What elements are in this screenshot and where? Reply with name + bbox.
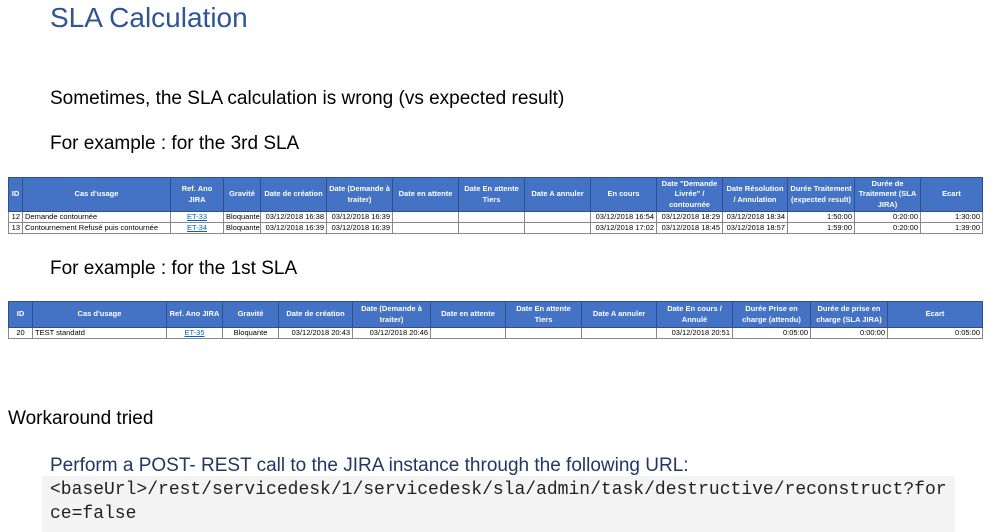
table-cell [524, 222, 591, 234]
table-cell: 03/12/2018 16:39 [326, 222, 393, 234]
table-cell [581, 327, 657, 339]
code-url: <baseUrl>/rest/servicedesk/1/servicedesk… [42, 476, 955, 532]
table-cell: 03/12/2018 16:39 [260, 222, 327, 234]
table-cell: 0:00:00 [810, 327, 888, 339]
column-header: Gravité [222, 301, 279, 328]
column-header: Date A annuler [524, 177, 591, 212]
table-row: 13 Contournement Refusé puis contournée ET… [8, 222, 983, 234]
page-title: SLA Calculation [50, 2, 248, 33]
table-cell: 0:20:00 [854, 222, 921, 234]
column-header: Durée Traitement (expected result) [787, 177, 855, 212]
table-cell: Demande contournée [22, 211, 171, 223]
jira-issue-link[interactable]: ET-33 [187, 213, 207, 222]
table-cell: 03/12/2018 18:29 [656, 211, 723, 223]
column-header: Date En attente Tiers [458, 177, 525, 212]
table-cell: 03/12/2018 16:54 [590, 211, 657, 223]
column-header: Durée de Traitement (SLA JIRA) [854, 177, 921, 212]
table-cell: 20 [8, 327, 33, 339]
column-header: Date de création [260, 177, 327, 212]
workaround-heading: Workaround tried [8, 408, 154, 429]
column-header: Date (Demande à traiter) [352, 301, 431, 328]
column-header: Durée de prise en charge (SLA JIRA) [810, 301, 888, 328]
table-cell: 03/12/2018 20:43 [278, 327, 353, 339]
column-header: Date A annuler [581, 301, 657, 328]
column-header: ID [8, 301, 33, 328]
table-cell: 03/12/2018 16:39 [326, 211, 393, 223]
table-cell: 0:05:00 [732, 327, 811, 339]
column-header: Ref. Ano JIRA [166, 301, 223, 328]
table-cell: Bloquante [222, 327, 279, 339]
intro-text: Sometimes, the SLA calculation is wrong … [50, 88, 565, 109]
table-cell: TEST standatd [32, 327, 167, 339]
table-cell [458, 222, 525, 234]
table-cell [458, 211, 525, 223]
table-cell [392, 211, 459, 223]
table-cell: 0:20:00 [854, 211, 921, 223]
column-header: Cas d'usage [32, 301, 167, 328]
column-header: Ecart [887, 301, 983, 328]
column-header: Date En attente Tiers [505, 301, 582, 328]
table-cell: 03/12/2018 18:34 [722, 211, 788, 223]
jira-issue-link[interactable]: ET-34 [187, 224, 207, 233]
table-cell: 12 [8, 211, 23, 223]
example-1-text: For example : for the 3rd SLA [50, 133, 300, 154]
table-cell [524, 211, 591, 223]
sla-table-3rd: ID Cas d'usage Ref. Ano JIRA Gravité Date de… [8, 177, 983, 234]
table-row: 20 TEST standatd ET-35 Bloquante 03/12/2018 … [8, 327, 983, 339]
table-row: 12 Demande contournée ET-33 Bloquante 03/12/… [8, 211, 983, 223]
table-cell: 03/12/2018 20:51 [656, 327, 733, 339]
column-header: Durée Prise en charge (attendu) [732, 301, 811, 328]
table-cell: Contournement Refusé puis contournée [22, 222, 171, 234]
table-cell: Bloquante [223, 222, 261, 234]
jira-link-cell[interactable]: ET-35 [166, 327, 223, 339]
column-header: Cas d'usage [22, 177, 171, 212]
table-cell: 03/12/2018 18:45 [656, 222, 723, 234]
jira-link-cell[interactable]: ET-34 [170, 222, 224, 234]
table-cell: 03/12/2018 18:57 [722, 222, 788, 234]
column-header: En cours [590, 177, 657, 212]
table-cell: Bloquante [223, 211, 261, 223]
table-cell: 03/12/2018 20:46 [352, 327, 431, 339]
column-header: Date Résolution / Annulation [722, 177, 788, 212]
column-header: Date de création [278, 301, 353, 328]
column-header: Date "Demande Livrée" / contournée [656, 177, 723, 212]
table-cell: 1:50:00 [787, 211, 855, 223]
table-cell [430, 327, 506, 339]
table-cell: 03/12/2018 17:02 [590, 222, 657, 234]
perform-text: Perform a POST- REST call to the JIRA in… [50, 455, 689, 476]
jira-link-cell[interactable]: ET-33 [170, 211, 224, 223]
sla-table-1st: ID Cas d'usage Ref. Ano JIRA Gravité Date de… [8, 301, 983, 339]
column-header: ID [8, 177, 23, 212]
table-cell: 13 [8, 222, 23, 234]
column-header: Date en attente [430, 301, 506, 328]
example-2-text: For example : for the 1st SLA [50, 258, 298, 279]
column-header: Gravité [223, 177, 261, 212]
column-header: Date (Demande à traiter) [326, 177, 393, 212]
table-cell: 03/12/2018 16:38 [260, 211, 327, 223]
table-cell [392, 222, 459, 234]
column-header: Ecart [920, 177, 983, 212]
column-header: Date En cours / Annulé [656, 301, 733, 328]
jira-issue-link[interactable]: ET-35 [184, 329, 204, 338]
table-cell: 0:05:00 [887, 327, 983, 339]
column-header: Ref. Ano JIRA [170, 177, 224, 212]
column-header: Date en attente [392, 177, 459, 212]
table-cell: 1:30:00 [920, 211, 983, 223]
table-cell [505, 327, 582, 339]
table-cell: 1:59:00 [787, 222, 855, 234]
table-cell: 1:39:00 [920, 222, 983, 234]
